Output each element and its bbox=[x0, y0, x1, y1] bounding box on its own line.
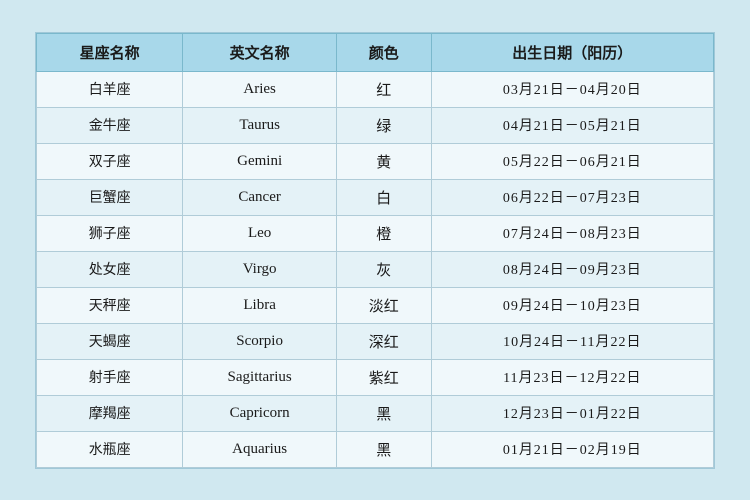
cell-dates: 01月21日－02月19日 bbox=[431, 431, 713, 467]
cell-chinese: 处女座 bbox=[37, 251, 183, 287]
cell-color: 黄 bbox=[336, 143, 431, 179]
cell-english: Cancer bbox=[183, 179, 337, 215]
cell-color: 绿 bbox=[336, 107, 431, 143]
cell-color: 白 bbox=[336, 179, 431, 215]
table-row: 巨蟹座Cancer白06月22日－07月23日 bbox=[37, 179, 714, 215]
cell-color: 黑 bbox=[336, 431, 431, 467]
cell-chinese: 金牛座 bbox=[37, 107, 183, 143]
cell-dates: 08月24日－09月23日 bbox=[431, 251, 713, 287]
zodiac-table: 星座名称 英文名称 颜色 出生日期（阳历） 白羊座Aries红03月21日－04… bbox=[36, 33, 714, 468]
zodiac-table-container: 星座名称 英文名称 颜色 出生日期（阳历） 白羊座Aries红03月21日－04… bbox=[35, 32, 715, 469]
cell-english: Sagittarius bbox=[183, 359, 337, 395]
cell-english: Scorpio bbox=[183, 323, 337, 359]
table-row: 摩羯座Capricorn黑12月23日－01月22日 bbox=[37, 395, 714, 431]
cell-english: Aquarius bbox=[183, 431, 337, 467]
table-row: 射手座Sagittarius紫红11月23日－12月22日 bbox=[37, 359, 714, 395]
cell-color: 紫红 bbox=[336, 359, 431, 395]
table-row: 水瓶座Aquarius黑01月21日－02月19日 bbox=[37, 431, 714, 467]
cell-english: Taurus bbox=[183, 107, 337, 143]
table-row: 双子座Gemini黄05月22日－06月21日 bbox=[37, 143, 714, 179]
cell-dates: 04月21日－05月21日 bbox=[431, 107, 713, 143]
cell-english: Gemini bbox=[183, 143, 337, 179]
cell-chinese: 水瓶座 bbox=[37, 431, 183, 467]
cell-color: 黑 bbox=[336, 395, 431, 431]
cell-color: 淡红 bbox=[336, 287, 431, 323]
cell-chinese: 双子座 bbox=[37, 143, 183, 179]
cell-dates: 03月21日－04月20日 bbox=[431, 71, 713, 107]
cell-dates: 05月22日－06月21日 bbox=[431, 143, 713, 179]
cell-english: Libra bbox=[183, 287, 337, 323]
cell-dates: 12月23日－01月22日 bbox=[431, 395, 713, 431]
cell-chinese: 射手座 bbox=[37, 359, 183, 395]
cell-chinese: 天秤座 bbox=[37, 287, 183, 323]
cell-color: 橙 bbox=[336, 215, 431, 251]
cell-chinese: 天蝎座 bbox=[37, 323, 183, 359]
cell-chinese: 狮子座 bbox=[37, 215, 183, 251]
col-header-english: 英文名称 bbox=[183, 33, 337, 71]
table-row: 处女座Virgo灰08月24日－09月23日 bbox=[37, 251, 714, 287]
cell-color: 深红 bbox=[336, 323, 431, 359]
table-row: 天秤座Libra淡红09月24日－10月23日 bbox=[37, 287, 714, 323]
cell-english: Capricorn bbox=[183, 395, 337, 431]
table-row: 狮子座Leo橙07月24日－08月23日 bbox=[37, 215, 714, 251]
col-header-color: 颜色 bbox=[336, 33, 431, 71]
cell-dates: 11月23日－12月22日 bbox=[431, 359, 713, 395]
cell-dates: 09月24日－10月23日 bbox=[431, 287, 713, 323]
table-row: 白羊座Aries红03月21日－04月20日 bbox=[37, 71, 714, 107]
cell-english: Aries bbox=[183, 71, 337, 107]
table-row: 天蝎座Scorpio深红10月24日－11月22日 bbox=[37, 323, 714, 359]
cell-chinese: 巨蟹座 bbox=[37, 179, 183, 215]
cell-english: Virgo bbox=[183, 251, 337, 287]
cell-chinese: 摩羯座 bbox=[37, 395, 183, 431]
cell-dates: 10月24日－11月22日 bbox=[431, 323, 713, 359]
cell-color: 灰 bbox=[336, 251, 431, 287]
cell-english: Leo bbox=[183, 215, 337, 251]
cell-color: 红 bbox=[336, 71, 431, 107]
table-row: 金牛座Taurus绿04月21日－05月21日 bbox=[37, 107, 714, 143]
table-header-row: 星座名称 英文名称 颜色 出生日期（阳历） bbox=[37, 33, 714, 71]
col-header-dates: 出生日期（阳历） bbox=[431, 33, 713, 71]
col-header-chinese: 星座名称 bbox=[37, 33, 183, 71]
cell-chinese: 白羊座 bbox=[37, 71, 183, 107]
cell-dates: 07月24日－08月23日 bbox=[431, 215, 713, 251]
cell-dates: 06月22日－07月23日 bbox=[431, 179, 713, 215]
